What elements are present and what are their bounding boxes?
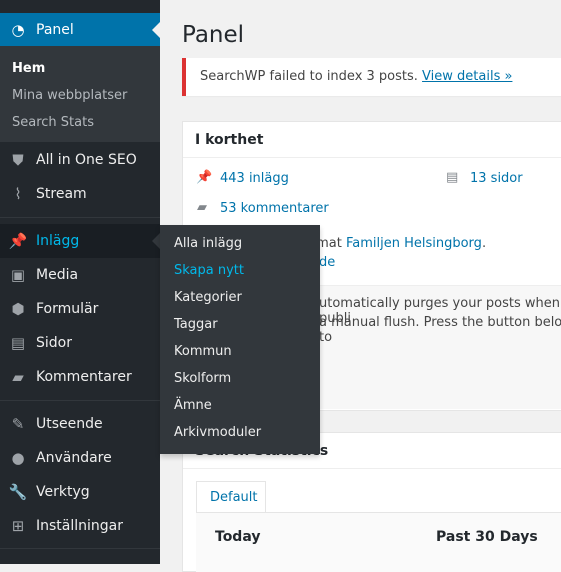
page-title: Panel [182, 22, 245, 48]
sidebar-item-utseende[interactable]: ✎ Utseende [0, 407, 160, 441]
sidebar-item-sidor[interactable]: ▤ Sidor [0, 326, 160, 360]
pin-icon: 📌 [196, 170, 213, 185]
separator [0, 217, 160, 218]
sidebar-item-inlagg[interactable]: 📌 Inlägg [0, 224, 160, 258]
flyout-alla-inlagg[interactable]: Alla inlägg [174, 236, 242, 251]
flyout-taggar[interactable]: Taggar [174, 317, 218, 332]
sidebar-item-label: Verktyg [36, 484, 90, 500]
tab-default[interactable]: Default [196, 481, 266, 512]
sidebar-item-label: Utseende [36, 416, 103, 432]
submenu-hem[interactable]: Hem [12, 61, 45, 76]
theme-suffix: . [481, 236, 487, 251]
sidebar-item-stream[interactable]: ⌇ Stream [0, 177, 160, 211]
media-icon: ▣ [10, 266, 26, 284]
submenu-mina-webbplatser[interactable]: Mina webbplatser [12, 88, 127, 103]
sidebar-item-label: Inställningar [36, 518, 124, 534]
flyout-amne[interactable]: Ämne [174, 398, 212, 413]
theme-text: temat Familjen Helsingborg. [303, 236, 486, 251]
pulse-icon: ⌇ [14, 185, 22, 203]
view-details-link[interactable]: View details » [422, 69, 512, 84]
flyout-skapa-nytt[interactable]: Skapa nytt [174, 263, 244, 278]
sidebar-item-label: Inlägg [36, 233, 80, 249]
pages-icon: ▤ [446, 170, 459, 185]
current-arrow [152, 22, 160, 38]
sidebar-item-label: Sidor [36, 335, 72, 351]
sidebar-item-anvandare[interactable]: ● Användare [0, 441, 160, 475]
sidebar-item-panel[interactable]: ◔ Panel [0, 13, 160, 46]
past-30-days-heading: Past 30 Days [436, 529, 538, 545]
sidebar-item-kommentarer[interactable]: ▰ Kommentarer [0, 360, 160, 394]
sidebar-item-label: Formulär [36, 301, 99, 317]
sidebar-item-label: Kommentarer [36, 369, 132, 385]
form-icon: ⬢ [11, 300, 25, 318]
pages-count-link[interactable]: 13 sidor [470, 171, 523, 186]
flyout-skolform[interactable]: Skolform [174, 371, 231, 386]
error-notice: SearchWP failed to index 3 posts. View d… [182, 58, 561, 96]
brush-icon: ✎ [11, 415, 25, 433]
wrench-icon: 🔧 [8, 483, 28, 501]
partial-link[interactable]: de [319, 255, 335, 270]
flyout-arkivmoduler[interactable]: Arkivmoduler [174, 425, 261, 440]
separator [0, 548, 160, 549]
submenu-search-stats[interactable]: Search Stats [12, 115, 94, 130]
pin-icon: 📌 [8, 232, 28, 250]
flyout-kommun[interactable]: Kommun [174, 344, 232, 359]
purge-line-2: a manual flush. Press the button below t… [319, 315, 561, 345]
admin-sidebar: ◔ Panel Hem Mina webbplatser Search Stat… [0, 0, 160, 564]
pages-icon: ▤ [10, 334, 26, 352]
sidebar-item-label: Panel [36, 21, 74, 38]
posts-count-link[interactable]: 443 inlägg [220, 171, 289, 186]
sidebar-item-media[interactable]: ▣ Media [0, 258, 160, 292]
sidebar-item-installningar[interactable]: ⊞ Inställningar [0, 509, 160, 543]
theme-link[interactable]: Familjen Helsingborg [346, 236, 482, 251]
widget-title: I korthet [183, 122, 561, 158]
inlagg-flyout-menu: Alla inlägg Skapa nytt Kategorier Taggar… [160, 225, 320, 454]
sidebar-item-label: Användare [36, 450, 112, 466]
sidebar-item-verktyg[interactable]: 🔧 Verktyg [0, 475, 160, 509]
sidebar-item-all-in-one-seo[interactable]: ⛊ All in One SEO [0, 143, 160, 177]
sidebar-item-label: Stream [36, 186, 87, 202]
flyout-arrow [152, 233, 160, 249]
dashboard-icon: ◔ [11, 20, 25, 39]
tab-panel: Today Past 30 Days [196, 512, 561, 572]
settings-icon: ⊞ [11, 517, 25, 535]
today-heading: Today [215, 529, 261, 545]
notice-text: SearchWP failed to index 3 posts. [200, 69, 423, 84]
separator [0, 400, 160, 401]
comments-count-link[interactable]: 53 kommentarer [220, 201, 329, 216]
sidebar-item-label: All in One SEO [36, 152, 137, 168]
flyout-kategorier[interactable]: Kategorier [174, 290, 242, 305]
user-icon: ● [11, 449, 25, 467]
comment-icon: ▰ [12, 368, 24, 386]
shield-icon: ⛊ [12, 151, 24, 169]
panel-submenu: Hem Mina webbplatser Search Stats [0, 46, 160, 142]
comment-icon: ▰ [197, 200, 207, 215]
sidebar-item-formular[interactable]: ⬢ Formulär [0, 292, 160, 326]
sidebar-item-label: Media [36, 267, 79, 283]
